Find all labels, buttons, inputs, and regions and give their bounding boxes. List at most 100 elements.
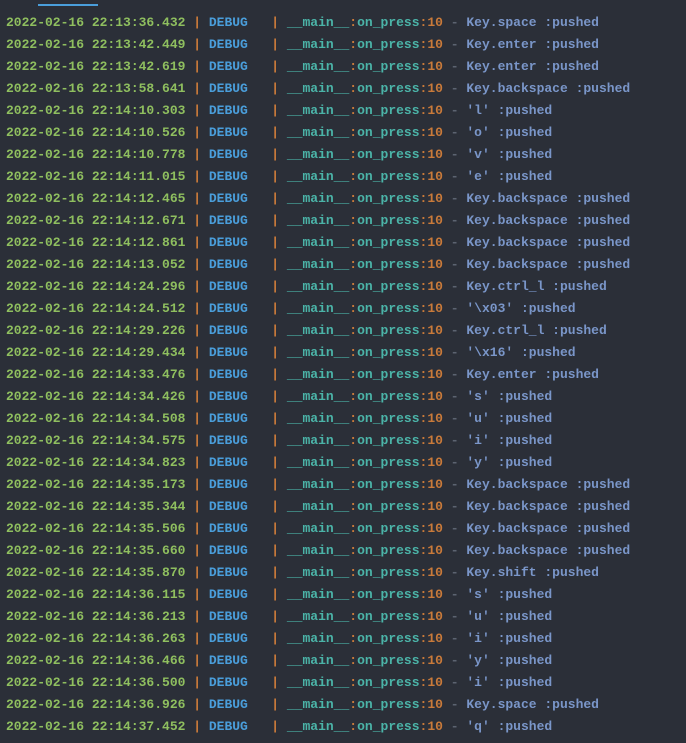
log-line[interactable]: 2022-02-16 22:14:29.434 | DEBUG | __main… xyxy=(6,342,680,364)
log-line[interactable]: 2022-02-16 22:14:36.466 | DEBUG | __main… xyxy=(6,650,680,672)
log-output[interactable]: 2022-02-16 22:13:36.432 | DEBUG | __main… xyxy=(6,12,680,738)
log-timestamp: 2022-02-16 22:14:34.575 xyxy=(6,433,185,448)
log-line[interactable]: 2022-02-16 22:14:34.575 | DEBUG | __main… xyxy=(6,430,680,452)
log-lineno: 10 xyxy=(427,565,443,580)
log-lineno: 10 xyxy=(427,279,443,294)
pipe-separator: | xyxy=(271,323,287,338)
log-module: __main__ xyxy=(287,433,349,448)
log-line[interactable]: 2022-02-16 22:14:35.173 | DEBUG | __main… xyxy=(6,474,680,496)
log-level: DEBUG xyxy=(209,433,271,448)
log-line[interactable]: 2022-02-16 22:14:35.506 | DEBUG | __main… xyxy=(6,518,680,540)
log-lineno: 10 xyxy=(427,301,443,316)
log-function: on_press xyxy=(357,279,419,294)
log-timestamp: 2022-02-16 22:14:12.861 xyxy=(6,235,185,250)
log-line[interactable]: 2022-02-16 22:14:12.671 | DEBUG | __main… xyxy=(6,210,680,232)
log-module: __main__ xyxy=(287,59,349,74)
pipe-separator: | xyxy=(185,455,208,470)
log-line[interactable]: 2022-02-16 22:14:10.303 | DEBUG | __main… xyxy=(6,100,680,122)
log-line[interactable]: 2022-02-16 22:14:36.500 | DEBUG | __main… xyxy=(6,672,680,694)
pipe-separator: | xyxy=(271,235,287,250)
log-lineno: 10 xyxy=(427,609,443,624)
log-line[interactable]: 2022-02-16 22:14:29.226 | DEBUG | __main… xyxy=(6,320,680,342)
pipe-separator: | xyxy=(185,477,208,492)
log-message: Key.backspace :pushed xyxy=(466,521,630,536)
pipe-separator: | xyxy=(271,587,287,602)
log-timestamp: 2022-02-16 22:14:24.512 xyxy=(6,301,185,316)
log-level: DEBUG xyxy=(209,213,271,228)
log-line[interactable]: 2022-02-16 22:14:24.296 | DEBUG | __main… xyxy=(6,276,680,298)
colon-separator: : xyxy=(349,323,357,338)
log-line[interactable]: 2022-02-16 22:14:33.476 | DEBUG | __main… xyxy=(6,364,680,386)
pipe-separator: | xyxy=(185,389,208,404)
pipe-separator: | xyxy=(271,125,287,140)
log-level: DEBUG xyxy=(209,631,271,646)
log-module: __main__ xyxy=(287,169,349,184)
log-line[interactable]: 2022-02-16 22:13:42.449 | DEBUG | __main… xyxy=(6,34,680,56)
log-line[interactable]: 2022-02-16 22:14:34.508 | DEBUG | __main… xyxy=(6,408,680,430)
pipe-separator: | xyxy=(185,653,208,668)
log-function: on_press xyxy=(357,125,419,140)
log-line[interactable]: 2022-02-16 22:14:36.263 | DEBUG | __main… xyxy=(6,628,680,650)
log-line[interactable]: 2022-02-16 22:14:13.052 | DEBUG | __main… xyxy=(6,254,680,276)
colon-separator: : xyxy=(349,81,357,96)
log-line[interactable]: 2022-02-16 22:14:12.861 | DEBUG | __main… xyxy=(6,232,680,254)
log-line[interactable]: 2022-02-16 22:14:37.452 | DEBUG | __main… xyxy=(6,716,680,738)
log-message: 'q' :pushed xyxy=(466,719,552,734)
dash-separator: - xyxy=(443,279,466,294)
log-line[interactable]: 2022-02-16 22:14:35.660 | DEBUG | __main… xyxy=(6,540,680,562)
log-function: on_press xyxy=(357,235,419,250)
log-message: Key.backspace :pushed xyxy=(466,191,630,206)
log-module: __main__ xyxy=(287,631,349,646)
log-line[interactable]: 2022-02-16 22:14:24.512 | DEBUG | __main… xyxy=(6,298,680,320)
log-lineno: 10 xyxy=(427,147,443,162)
log-level: DEBUG xyxy=(209,521,271,536)
log-line[interactable]: 2022-02-16 22:14:35.344 | DEBUG | __main… xyxy=(6,496,680,518)
colon-separator: : xyxy=(349,433,357,448)
log-module: __main__ xyxy=(287,323,349,338)
log-lineno: 10 xyxy=(427,521,443,536)
tab-bar[interactable] xyxy=(6,4,680,10)
log-level: DEBUG xyxy=(209,59,271,74)
log-line[interactable]: 2022-02-16 22:14:36.115 | DEBUG | __main… xyxy=(6,584,680,606)
colon-separator: : xyxy=(349,59,357,74)
log-message: 'i' :pushed xyxy=(466,675,552,690)
log-line[interactable]: 2022-02-16 22:14:10.778 | DEBUG | __main… xyxy=(6,144,680,166)
log-message: 'l' :pushed xyxy=(466,103,552,118)
pipe-separator: | xyxy=(271,257,287,272)
log-module: __main__ xyxy=(287,279,349,294)
log-line[interactable]: 2022-02-16 22:14:34.426 | DEBUG | __main… xyxy=(6,386,680,408)
log-timestamp: 2022-02-16 22:13:36.432 xyxy=(6,15,185,30)
log-level: DEBUG xyxy=(209,499,271,514)
log-line[interactable]: 2022-02-16 22:14:11.015 | DEBUG | __main… xyxy=(6,166,680,188)
log-line[interactable]: 2022-02-16 22:13:36.432 | DEBUG | __main… xyxy=(6,12,680,34)
pipe-separator: | xyxy=(271,411,287,426)
log-line[interactable]: 2022-02-16 22:13:58.641 | DEBUG | __main… xyxy=(6,78,680,100)
log-line[interactable]: 2022-02-16 22:14:34.823 | DEBUG | __main… xyxy=(6,452,680,474)
dash-separator: - xyxy=(443,257,466,272)
active-tab-indicator xyxy=(38,4,98,6)
pipe-separator: | xyxy=(271,345,287,360)
log-lineno: 10 xyxy=(427,37,443,52)
log-lineno: 10 xyxy=(427,103,443,118)
log-module: __main__ xyxy=(287,257,349,272)
log-line[interactable]: 2022-02-16 22:14:36.926 | DEBUG | __main… xyxy=(6,694,680,716)
log-line[interactable]: 2022-02-16 22:14:35.870 | DEBUG | __main… xyxy=(6,562,680,584)
log-line[interactable]: 2022-02-16 22:14:12.465 | DEBUG | __main… xyxy=(6,188,680,210)
dash-separator: - xyxy=(443,367,466,382)
pipe-separator: | xyxy=(185,37,208,52)
log-line[interactable]: 2022-02-16 22:14:10.526 | DEBUG | __main… xyxy=(6,122,680,144)
log-line[interactable]: 2022-02-16 22:14:36.213 | DEBUG | __main… xyxy=(6,606,680,628)
log-module: __main__ xyxy=(287,235,349,250)
log-function: on_press xyxy=(357,543,419,558)
log-message: 'i' :pushed xyxy=(466,433,552,448)
log-timestamp: 2022-02-16 22:14:10.526 xyxy=(6,125,185,140)
dash-separator: - xyxy=(443,301,466,316)
log-timestamp: 2022-02-16 22:14:36.115 xyxy=(6,587,185,602)
log-message: 'u' :pushed xyxy=(466,411,552,426)
pipe-separator: | xyxy=(185,367,208,382)
log-line[interactable]: 2022-02-16 22:13:42.619 | DEBUG | __main… xyxy=(6,56,680,78)
log-module: __main__ xyxy=(287,103,349,118)
log-message: Key.space :pushed xyxy=(466,15,599,30)
dash-separator: - xyxy=(443,499,466,514)
log-module: __main__ xyxy=(287,191,349,206)
